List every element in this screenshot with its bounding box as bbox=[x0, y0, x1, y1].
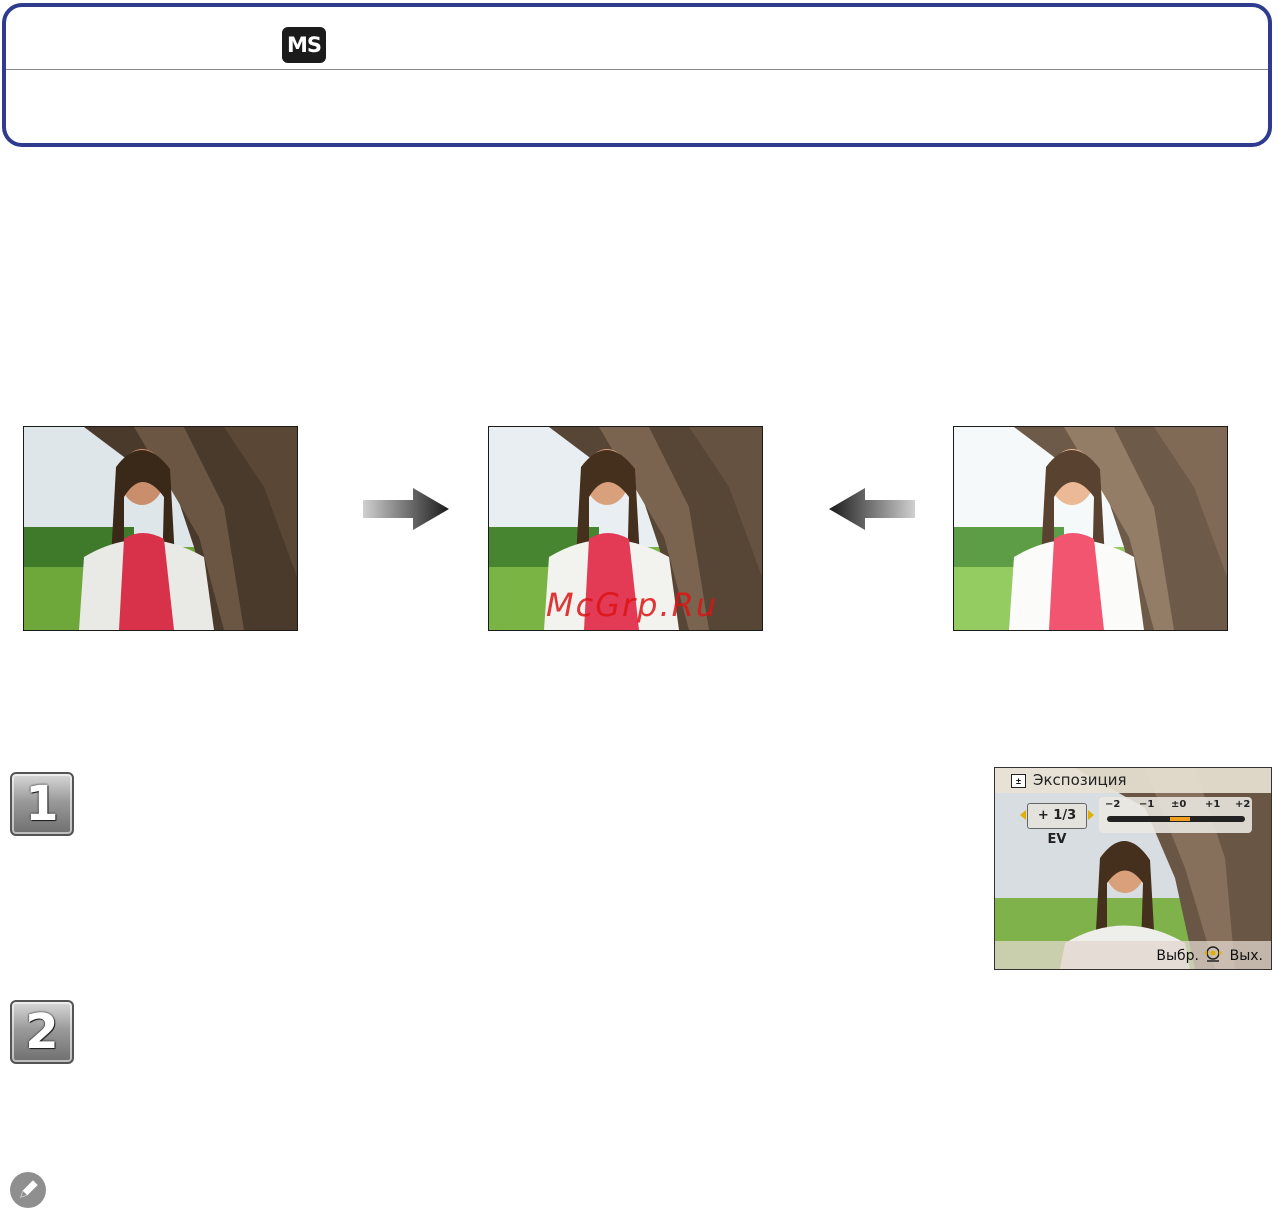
screen-title: Экспозиция bbox=[1033, 771, 1127, 789]
photo-underexposed bbox=[23, 426, 298, 631]
note-pencil-icon bbox=[10, 1172, 46, 1208]
portrait-scene-image bbox=[954, 427, 1227, 630]
screen-footer: Выбр. Вых. bbox=[995, 941, 1271, 969]
portrait-scene-image bbox=[24, 427, 297, 630]
camera-exposure-screen: ± Экспозиция + 1/3 EV −2 −1 ±0 +1 +2 Выб… bbox=[994, 767, 1272, 970]
watermark-text: McGrp.Ru bbox=[546, 586, 719, 624]
ev-value-display: + 1/3 EV bbox=[1027, 803, 1087, 847]
step-2-badge: 2 bbox=[10, 1000, 74, 1064]
footer-exit-label: Вых. bbox=[1229, 948, 1263, 964]
scale-label: ±0 bbox=[1171, 799, 1187, 810]
ms-mode-icon: MS bbox=[282, 27, 326, 63]
scale-label: −1 bbox=[1139, 799, 1155, 810]
footer-select-label: Выбр. bbox=[1156, 948, 1199, 964]
section-header-box: MS bbox=[2, 3, 1272, 147]
dpad-icon bbox=[1204, 946, 1222, 962]
photo-overexposed bbox=[953, 426, 1228, 631]
exposure-comp-icon: ± bbox=[1011, 774, 1026, 788]
arrow-right-icon bbox=[363, 488, 449, 530]
scale-label: −2 bbox=[1105, 799, 1121, 810]
step-1-badge: 1 bbox=[10, 772, 74, 836]
header-divider bbox=[6, 69, 1268, 70]
exposure-marker bbox=[1170, 817, 1190, 821]
exposure-scale: −2 −1 ±0 +1 +2 bbox=[1099, 797, 1252, 833]
screen-title-bar: ± Экспозиция bbox=[995, 768, 1271, 793]
scale-bar bbox=[1107, 816, 1245, 822]
scale-label: +1 bbox=[1205, 799, 1221, 810]
ev-left-arrow-icon[interactable] bbox=[1020, 810, 1026, 820]
ev-right-arrow-icon[interactable] bbox=[1088, 810, 1094, 820]
scale-label: +2 bbox=[1235, 799, 1251, 810]
arrow-left-icon bbox=[829, 488, 915, 530]
